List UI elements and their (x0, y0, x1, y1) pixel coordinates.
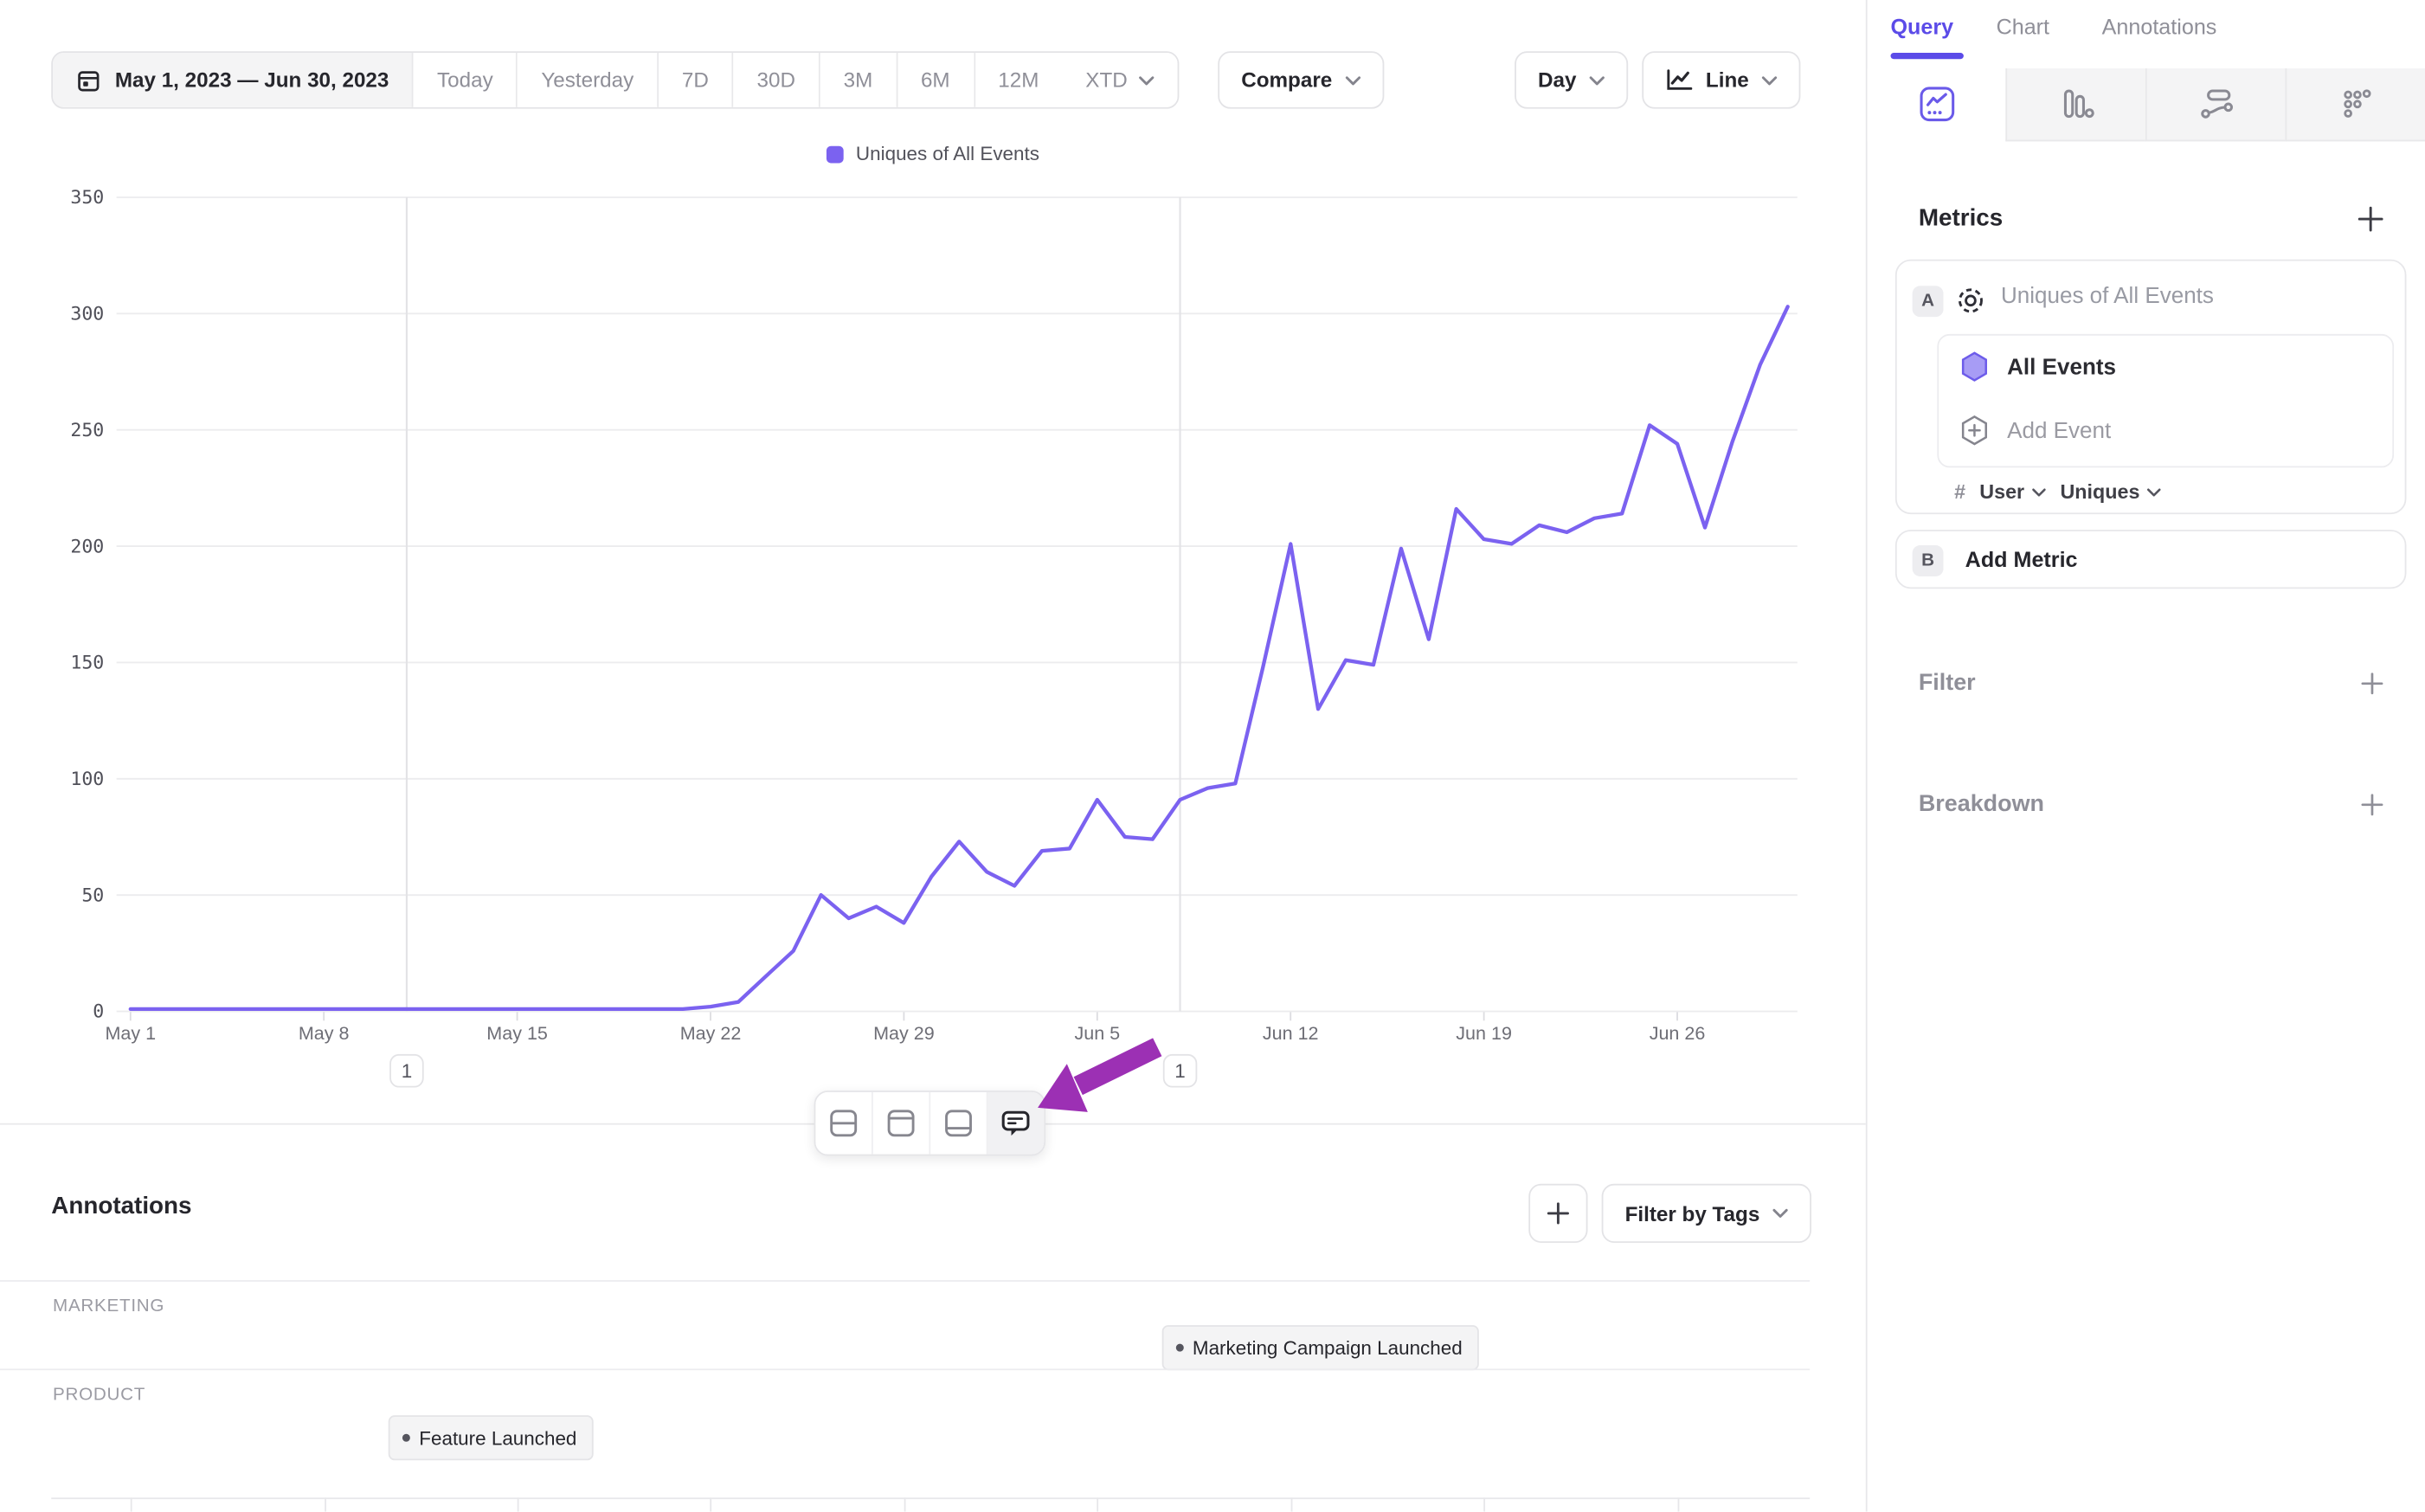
uniques-selector-label: Uniques (2060, 480, 2139, 504)
annotation-count-label: 1 (1174, 1060, 1185, 1082)
chart-view-switcher (1868, 68, 2425, 141)
view-insights-line-button[interactable] (1868, 68, 2006, 141)
metric-b-badge: B (1913, 545, 1944, 576)
x-tick-label: Jun 26 (1650, 1023, 1706, 1044)
annotation-group-row-marketing: MARKETING Marketing Campaign Launched (0, 1280, 1810, 1368)
metric-a-title: Uniques of All Events (2001, 284, 2214, 309)
timeline-ruler-tick (1677, 1497, 1679, 1511)
add-event-hexagon-icon[interactable] (1960, 415, 1988, 446)
metric-a-badge: A (1913, 286, 1944, 317)
x-tick-label: May 1 (105, 1023, 156, 1044)
split-middle-icon (828, 1108, 859, 1139)
timeline-ruler-tick (1484, 1497, 1486, 1511)
annotation-group-label: MARKETING (53, 1297, 164, 1316)
x-tick-label: Jun 12 (1263, 1023, 1319, 1044)
event-scope-icon (1956, 286, 1985, 315)
split-middle-button[interactable] (815, 1092, 872, 1155)
event-row-all-events[interactable]: All Events (2007, 356, 2116, 381)
x-tick-label: May 29 (873, 1023, 935, 1044)
annotation-pill-label: Feature Launched (419, 1427, 576, 1449)
y-tick-label: 350 (70, 187, 104, 209)
x-tick-label: May 22 (680, 1023, 742, 1044)
count-symbol: # (1954, 480, 1965, 504)
view-bar-chart-button[interactable] (2005, 68, 2145, 141)
y-tick-label: 250 (70, 420, 104, 441)
plus-icon (1546, 1201, 1571, 1226)
annotation-pill-label: Marketing Campaign Launched (1193, 1337, 1463, 1359)
query-sidebar: Query Chart Annotations (1866, 0, 2425, 1512)
annotation-bubble-button[interactable] (987, 1092, 1044, 1155)
grid-dots-icon (2334, 82, 2377, 125)
chevron-down-icon (2148, 487, 2162, 497)
uniques-selector[interactable]: Uniques (2060, 480, 2161, 504)
active-tab-indicator (1891, 53, 1964, 58)
y-tick-label: 0 (93, 1001, 104, 1023)
event-hexagon-icon (1960, 351, 1988, 383)
annotation-dot-icon (402, 1434, 410, 1442)
annotation-group-label: PRODUCT (53, 1386, 145, 1405)
annotation-pill[interactable]: Feature Launched (388, 1415, 594, 1460)
user-selector-label: User (1979, 480, 2024, 504)
split-top-button[interactable] (872, 1092, 929, 1155)
view-grid-dots-button[interactable] (2285, 68, 2425, 141)
tab-annotations[interactable]: Annotations (2102, 14, 2217, 39)
y-tick-label: 100 (70, 769, 104, 790)
annotation-group-row-product: PRODUCT Feature Launched (0, 1368, 1810, 1497)
breakdown-section-label: Breakdown (1919, 791, 2044, 818)
metric-card-a[interactable]: A Uniques of All Events All Events Add E… (1895, 260, 2407, 514)
bar-chart-icon (2055, 82, 2098, 125)
x-tick-label: May 15 (486, 1023, 548, 1044)
split-bottom-icon (943, 1108, 975, 1139)
annotation-count-label: 1 (402, 1060, 412, 1082)
split-top-icon (885, 1108, 917, 1139)
x-tick-label: Jun 19 (1456, 1023, 1512, 1044)
event-list-card: All Events Add Event (1937, 334, 2394, 467)
timeline-ruler-tick (904, 1497, 905, 1511)
timeline-ruler-tick (1097, 1497, 1099, 1511)
y-tick-label: 300 (70, 304, 104, 325)
split-bottom-button[interactable] (929, 1092, 986, 1155)
chevron-down-icon (1772, 1209, 1788, 1219)
timeline-ruler-tick (518, 1497, 519, 1511)
filter-by-tags-button[interactable]: Filter by Tags (1602, 1184, 1811, 1243)
measurement-row: # User Uniques (1954, 480, 2162, 504)
y-tick-label: 200 (70, 536, 104, 557)
annotation-bubble-icon (1000, 1109, 1032, 1138)
view-flow-button[interactable] (2145, 68, 2286, 141)
x-tick-label: Jun 5 (1074, 1023, 1120, 1044)
metrics-heading: Metrics (1919, 205, 2003, 233)
flow-icon (2194, 82, 2237, 125)
insights-report-page: May 1, 2023 — Jun 30, 2023 TodayYesterda… (0, 0, 2425, 1512)
timeline-ruler-tick (1290, 1497, 1292, 1511)
timeline-ruler-tick (711, 1497, 712, 1511)
tab-chart[interactable]: Chart (1997, 14, 2049, 39)
series-line-uniques[interactable] (131, 306, 1788, 1009)
timeline-ruler-tick (131, 1497, 132, 1511)
annotation-dot-icon (1175, 1344, 1183, 1352)
user-selector[interactable]: User (1979, 480, 2046, 504)
line-chart[interactable]: 0 50 100 150 200 250 300 350 May 1 May 8 May 15 May… (0, 0, 1866, 1165)
add-event-button[interactable]: Add Event (2007, 420, 2111, 445)
tab-query[interactable]: Query (1891, 14, 1954, 39)
insights-line-icon (1914, 82, 1958, 125)
y-tick-label: 150 (70, 653, 104, 674)
filter-section-label: Filter (1919, 670, 1976, 697)
annotation-pill[interactable]: Marketing Campaign Launched (1161, 1325, 1479, 1370)
y-tick-label: 50 (81, 885, 104, 906)
filter-by-tags-label: Filter by Tags (1625, 1201, 1760, 1225)
timeline-ruler-tick (324, 1497, 325, 1511)
annotation-timeline-axis (51, 1497, 1810, 1499)
add-annotation-button[interactable] (1528, 1184, 1587, 1243)
chart-bottom-toolbar (814, 1091, 1045, 1155)
annotations-title: Annotations (51, 1194, 191, 1221)
add-metric-button[interactable]: Add Metric (1965, 547, 2078, 572)
metric-card-b-add[interactable]: B Add Metric (1895, 530, 2407, 589)
add-breakdown-plus-icon[interactable] (2360, 792, 2385, 817)
chevron-down-icon (2032, 487, 2046, 497)
add-metric-plus-icon[interactable] (2357, 205, 2384, 233)
add-filter-plus-icon[interactable] (2360, 671, 2385, 696)
x-tick-label: May 8 (299, 1023, 350, 1044)
